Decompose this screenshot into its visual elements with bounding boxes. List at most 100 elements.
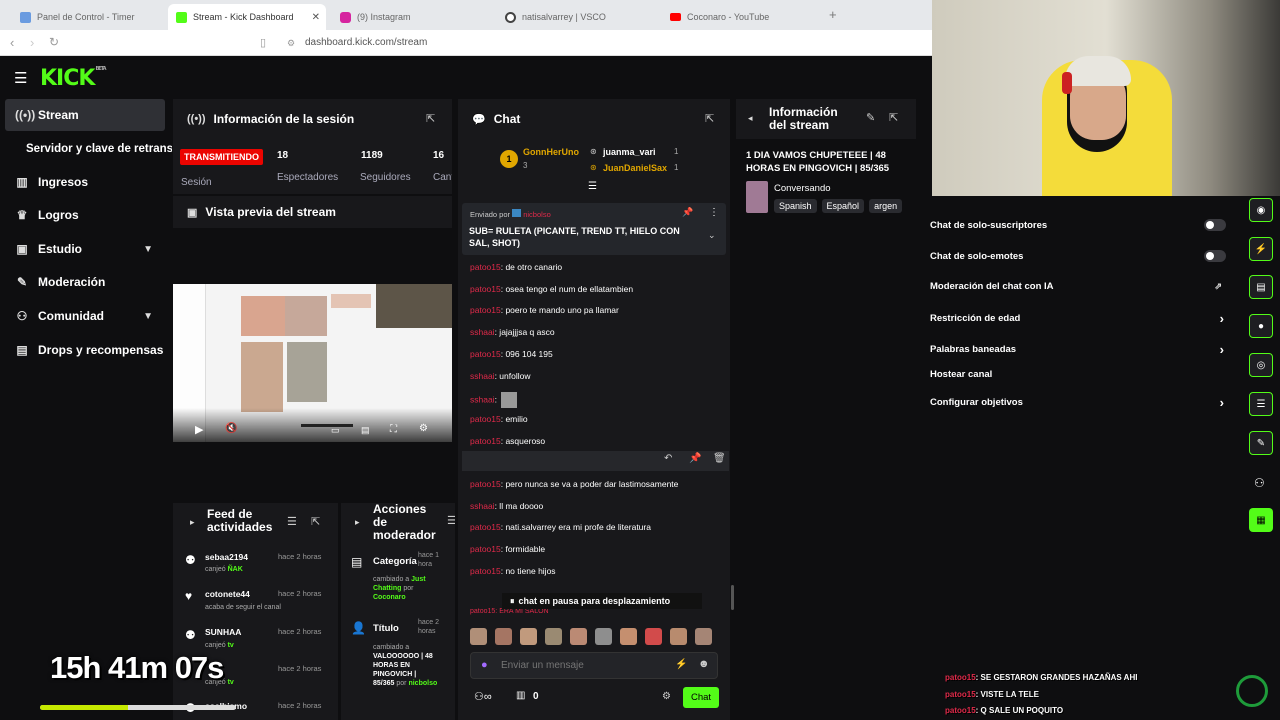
preview-video[interactable]: ▶ 🔇 ▭ ▤ ⛶ ⚙ — [173, 284, 452, 442]
chat-message[interactable]: sshaai: — [470, 392, 517, 409]
chat-message[interactable]: sshaai: unfollow — [470, 371, 531, 381]
browser-tab-kick[interactable]: Stream - Kick Dashboard ✕ — [168, 4, 326, 30]
chat-username[interactable]: sshaai — [470, 371, 495, 381]
chat-username[interactable]: patoo15 — [470, 436, 501, 446]
toggle-switch[interactable] — [1204, 219, 1226, 231]
chat-username[interactable]: sshaai — [470, 394, 495, 404]
chat-settings-icon[interactable]: ⚙ — [662, 691, 671, 702]
setting-host-channel[interactable]: Hostear canal — [930, 369, 1226, 380]
popout-icon[interactable]: ⇱ — [889, 111, 898, 124]
play-icon[interactable]: ▶ — [195, 423, 203, 436]
browser-tab-instagram[interactable]: (9) Instagram — [332, 4, 497, 30]
camera-icon[interactable]: ◉ — [1249, 198, 1273, 222]
back-icon[interactable]: ‹ — [10, 35, 14, 50]
chat-message[interactable]: patoo15: emilio — [470, 414, 528, 424]
new-tab-button[interactable]: + — [829, 7, 837, 22]
feed-user[interactable]: cotonete44 — [205, 589, 250, 599]
lightning-icon[interactable]: ⚡ — [1249, 237, 1273, 261]
delete-icon[interactable]: 🗑 — [713, 453, 726, 464]
chat-username[interactable]: patoo15 — [470, 544, 501, 554]
leaderboard-user[interactable]: GonnHerUno — [523, 147, 579, 157]
filter-icon[interactable]: ☰ — [287, 515, 297, 528]
tag-chip[interactable]: argen — [869, 199, 903, 213]
hamburger-menu-icon[interactable]: ☰ — [14, 69, 27, 87]
chat-username[interactable]: patoo15 — [470, 262, 501, 272]
setting-emotes-only[interactable]: Chat de solo-emotes — [930, 250, 1226, 262]
kick-logo[interactable]: KICKBETA — [40, 66, 107, 91]
chat-message[interactable]: patoo15: pero nunca se va a poder dar la… — [470, 479, 678, 489]
send-chat-button[interactable]: Chat — [683, 687, 719, 708]
chat-username[interactable]: patoo15 — [470, 414, 501, 424]
browser-tab-youtube[interactable]: Coconaro - YouTube — [662, 4, 827, 30]
leaderboard-user[interactable]: juanma_vari — [603, 147, 656, 157]
wrench-icon[interactable]: ✎ — [1249, 431, 1273, 455]
fullscreen-icon[interactable]: ⛶ — [390, 424, 397, 435]
edit-pencil-icon[interactable]: ✎ — [866, 111, 875, 124]
settings-gear-icon[interactable]: ⚙ — [419, 423, 428, 434]
pinned-user[interactable]: nicbolso — [523, 210, 551, 219]
emote-icon[interactable] — [645, 628, 662, 645]
pin-icon[interactable]: 📌 — [682, 207, 693, 218]
emote-icon[interactable] — [570, 628, 587, 645]
community-icon[interactable]: ⚇∞ — [474, 690, 492, 703]
emoji-icon[interactable]: ☻ — [698, 658, 710, 670]
nav-item-server-key[interactable]: Servidor y clave de retransmisión — [5, 133, 172, 165]
chat-message[interactable]: sshaai: jajajjjsa q asco — [470, 327, 555, 337]
emote-icon[interactable] — [695, 628, 712, 645]
chat-message[interactable]: patoo15: asqueroso — [470, 436, 545, 446]
filter-icon[interactable]: ☰ — [447, 514, 455, 527]
emote-icon[interactable] — [495, 628, 512, 645]
chat-message-input[interactable] — [501, 657, 661, 674]
leaderboard-user[interactable]: JuanDanielSax — [603, 163, 667, 173]
setting-ai-moderation[interactable]: Moderación del chat con IA ⇗ — [930, 281, 1226, 292]
site-info-icon[interactable]: ⚙ — [287, 38, 295, 49]
emote-icon[interactable] — [545, 628, 562, 645]
nav-item-estudio[interactable]: ▣ Estudio ▼ — [5, 233, 165, 265]
close-tab-icon[interactable]: ✕ — [312, 12, 320, 23]
pin-message-icon[interactable]: 📌 — [689, 453, 701, 464]
nav-item-stream[interactable]: ((•)) Stream — [5, 99, 165, 131]
pip-icon[interactable]: ▭ — [331, 425, 340, 436]
chat-username[interactable]: sshaai — [470, 327, 495, 337]
nav-item-ingresos[interactable]: ▥ Ingresos — [5, 166, 165, 198]
chat-input-box[interactable]: ● ⚡ ☻ — [470, 652, 718, 679]
nav-item-moderacion[interactable]: ✎ Moderación — [5, 266, 165, 298]
chat-message[interactable]: sshaai: ll ma doooo — [470, 501, 543, 511]
chat-username[interactable]: sshaai — [470, 501, 495, 511]
store-icon[interactable]: ▥ — [516, 690, 525, 701]
feed-user[interactable]: sebaa2194 — [205, 552, 248, 562]
chat-message[interactable]: patoo15: poero te mando uno pa llamar — [470, 305, 619, 315]
emote-icon[interactable] — [470, 628, 487, 645]
quick-emote-icon[interactable]: ⚡ — [675, 659, 687, 670]
chat-scrollbar[interactable] — [731, 585, 734, 610]
theater-icon[interactable]: ▤ — [361, 425, 370, 436]
nav-item-drops[interactable]: ▤ Drops y recompensas — [5, 334, 165, 366]
more-options-icon[interactable]: ⋮ — [709, 207, 719, 218]
url-field[interactable]: dashboard.kick.com/stream — [305, 37, 427, 48]
tag-chip[interactable]: Spanish — [774, 199, 817, 213]
chat-username[interactable]: patoo15 — [470, 522, 501, 532]
chat-username[interactable]: patoo15 — [470, 284, 501, 294]
setting-banned-words[interactable]: Palabras baneadas › — [930, 342, 1226, 357]
setting-age-restriction[interactable]: Restricción de edad › — [930, 311, 1226, 326]
chat-message[interactable]: patoo15: no tiene hijos — [470, 566, 556, 576]
setting-subscribers-only[interactable]: Chat de solo-suscriptores — [930, 219, 1226, 231]
expand-leaderboard-icon[interactable]: ☰ — [588, 181, 597, 192]
tag-chip[interactable]: Español — [821, 199, 865, 213]
emote-icon[interactable] — [670, 628, 687, 645]
chat-username[interactable]: patoo15 — [470, 349, 501, 359]
browser-tab-vsco[interactable]: natisalvarrey | VSCO — [497, 4, 662, 30]
popout-icon[interactable]: ⇱ — [705, 112, 714, 125]
nav-item-logros[interactable]: ♛ Logros — [5, 199, 165, 231]
microphone-icon[interactable]: ● — [481, 659, 488, 671]
chat-message[interactable]: patoo15: 096 104 195 — [470, 349, 553, 359]
mod-detail-user[interactable]: Coconaro — [373, 594, 406, 601]
emote-icon[interactable] — [520, 628, 537, 645]
add-widget-icon[interactable]: ▦ — [1249, 508, 1273, 532]
video-seek-bar[interactable] — [301, 424, 353, 427]
popout-icon[interactable]: ⇱ — [311, 515, 320, 528]
status-indicator-icon[interactable] — [1236, 675, 1268, 707]
category-name[interactable]: Conversando — [774, 183, 831, 194]
toggle-switch[interactable] — [1204, 250, 1226, 262]
browser-tab-timer[interactable]: Panel de Control - Timer — [12, 4, 167, 30]
